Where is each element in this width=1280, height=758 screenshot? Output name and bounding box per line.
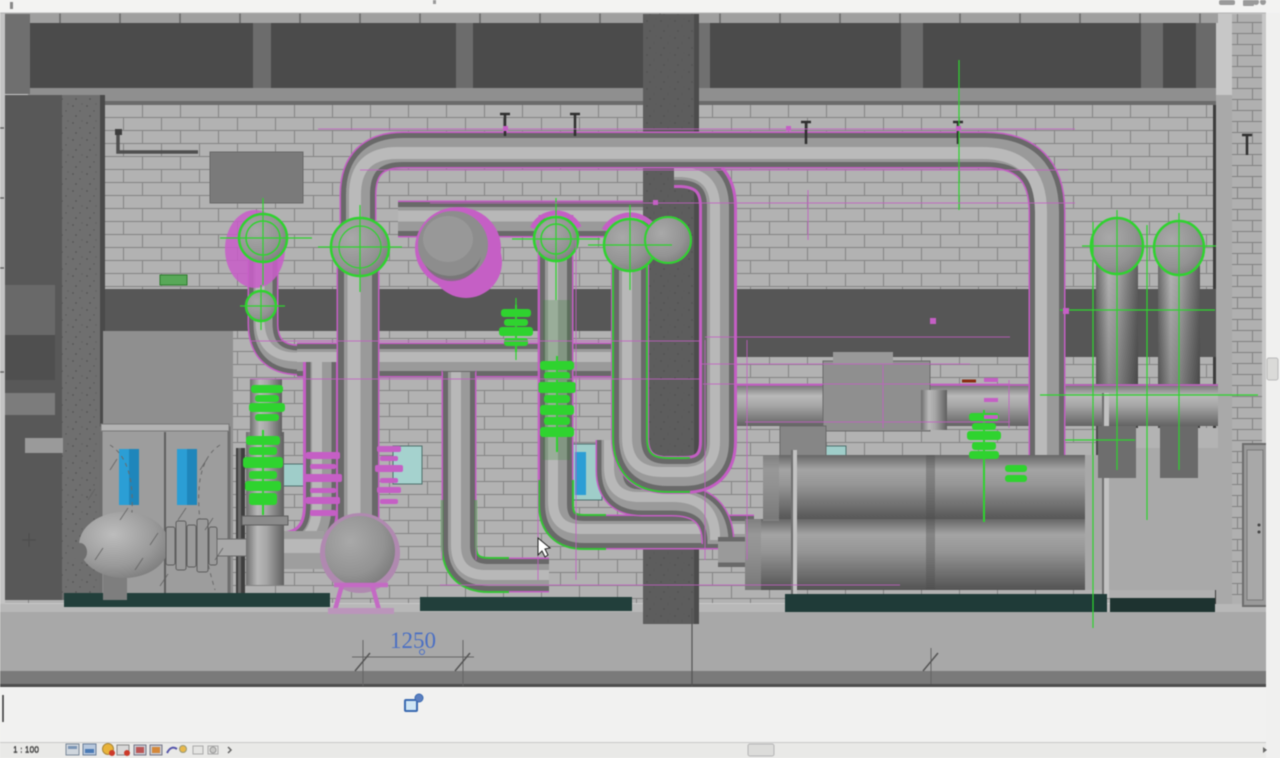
svg-text:1 : 100: 1 : 100 <box>13 744 39 754</box>
svg-text:1250: 1250 <box>390 628 436 653</box>
